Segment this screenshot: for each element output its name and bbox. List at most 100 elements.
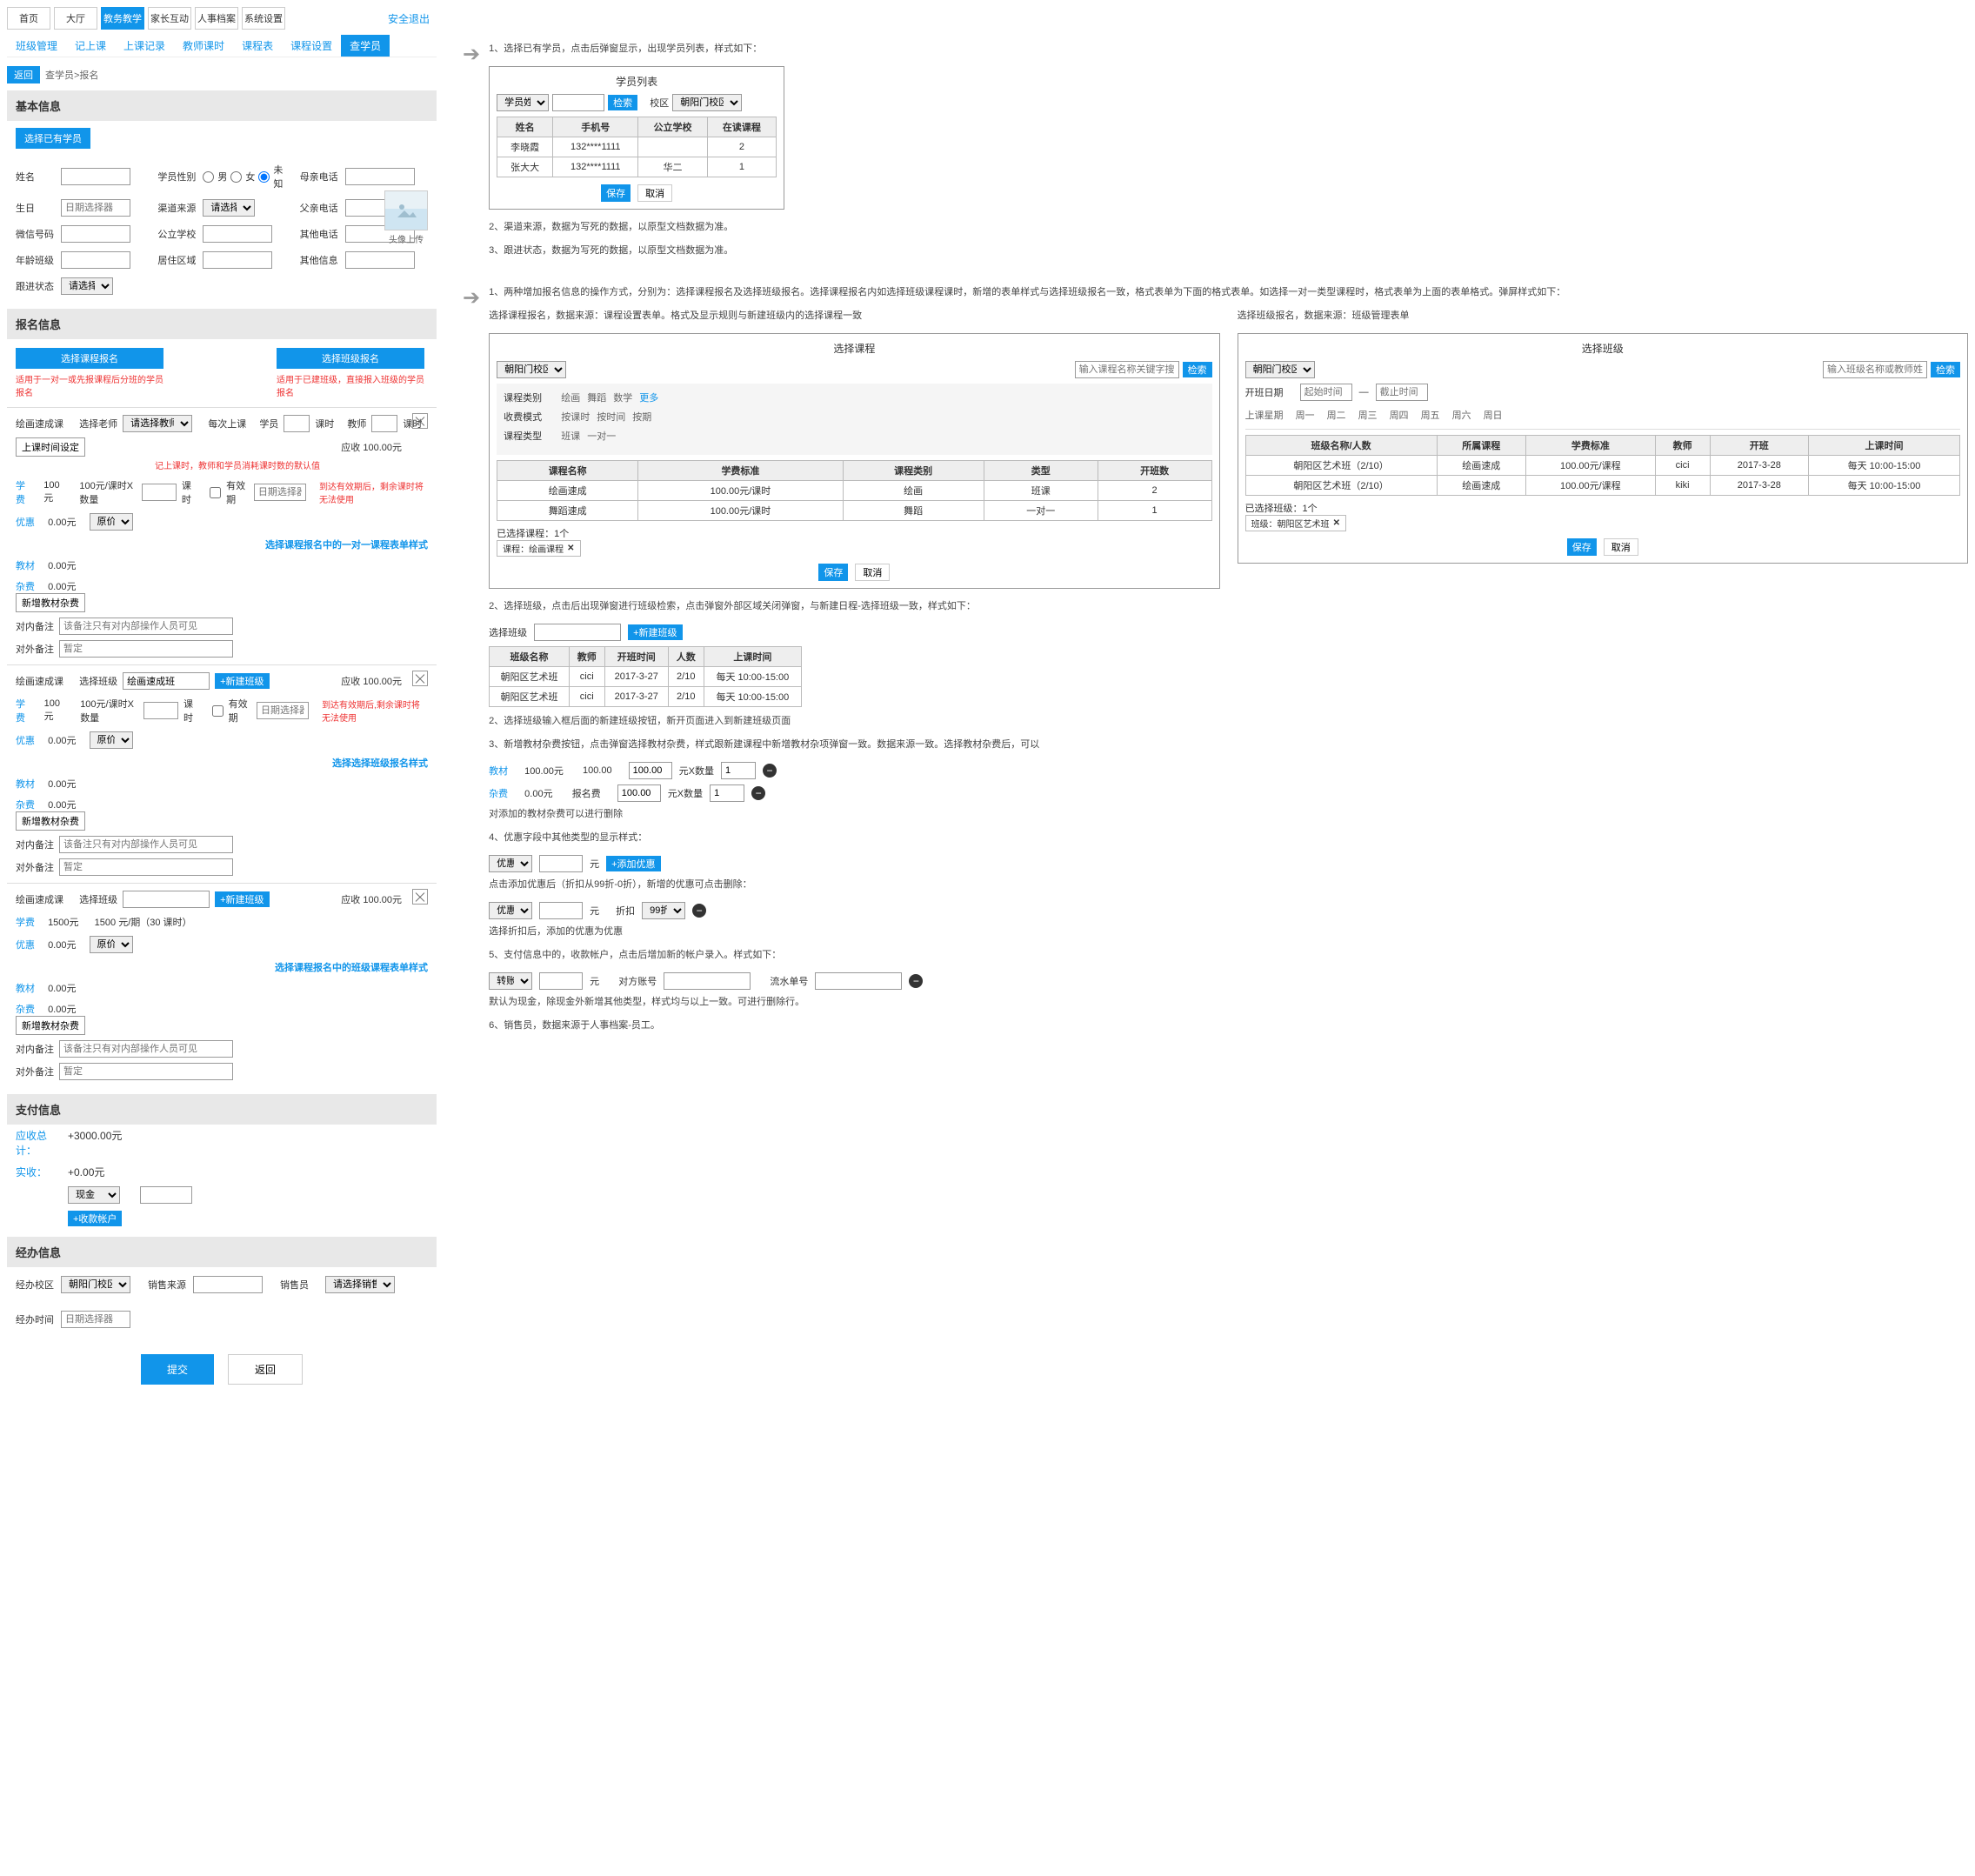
logout-link[interactable]: 安全退出 [388,11,437,26]
r5-serial[interactable] [815,972,902,990]
table-row[interactable]: 朝阳区艺术班cici2017-3-272/10每天 10:00-15:00 [490,686,802,706]
r4-discount-type[interactable]: 优惠 [489,855,532,872]
discount-select-2[interactable]: 原价 [90,731,133,749]
pop-name-input[interactable] [552,94,604,111]
nav-hr[interactable]: 人事档案 [195,7,238,30]
sub-schedule[interactable]: 课程表 [233,35,282,57]
sales-source-input[interactable] [193,1276,263,1293]
add-material-2[interactable]: 新增教材杂费 [16,811,85,831]
gender-female[interactable] [230,171,242,183]
avatar-upload[interactable] [384,190,428,230]
table-row[interactable]: 张大大132****1111华二1 [497,157,777,177]
remove-icon[interactable]: − [763,764,777,778]
r3-fee-price-input[interactable] [617,784,661,802]
table-row[interactable]: 朝阳区艺术班（2/10）绘画速成100.00元/课程kiki2017-3-28每… [1245,475,1959,495]
teacher-select-1[interactable]: 请选择教师 [123,415,192,432]
new-class-btn-3[interactable]: +新建班级 [215,891,269,907]
r4-discount-type2[interactable]: 优惠 [489,902,532,919]
class-input-2[interactable] [123,672,210,690]
pay-amount-input[interactable] [140,1186,192,1204]
nav-hall[interactable]: 大厅 [54,7,97,30]
nav-home[interactable]: 首页 [7,7,50,30]
course-save[interactable]: 保存 [818,564,848,581]
class-input-3[interactable] [123,891,210,908]
r4-discount-val[interactable]: 99折 [642,902,685,919]
r3-class-input[interactable] [534,624,621,641]
class-search-btn[interactable]: 检索 [1931,362,1960,377]
r3-new-class[interactable]: +新建班级 [628,624,682,640]
valid-checkbox-2[interactable] [212,705,224,717]
return-button[interactable]: 返回 [228,1354,303,1385]
table-row[interactable]: 舞蹈速成100.00元/课时舞蹈一对一1 [497,500,1211,520]
school-input[interactable] [203,225,272,243]
course-cancel[interactable]: 取消 [855,564,890,581]
nav-parent[interactable]: 家长互动 [148,7,191,30]
valid-checkbox-1[interactable] [210,487,221,498]
class-campus-select[interactable]: 朝阳门校区 [1245,361,1315,378]
handle-campus-select[interactable]: 朝阳门校区 [61,1276,130,1293]
course-campus-select[interactable]: 朝阳门校区 [497,361,566,378]
class-save[interactable]: 保存 [1567,538,1597,556]
end-date-input[interactable] [1376,384,1428,401]
schedule-time-button[interactable]: 上课时间设定 [16,437,85,457]
remove-icon[interactable]: − [751,786,765,800]
note-in-3[interactable] [59,1040,233,1058]
remove-icon[interactable]: − [692,904,706,918]
class-search-input[interactable] [1823,361,1927,378]
r4-amount2[interactable] [539,902,583,919]
other-info-input[interactable] [345,251,415,269]
note-out-3[interactable] [59,1063,233,1080]
grade-input[interactable] [61,251,130,269]
note-out-2[interactable] [59,858,233,876]
discount-select-3[interactable]: 原价 [90,936,133,953]
qty-input-2[interactable] [143,702,178,719]
birthday-input[interactable] [61,199,130,217]
student-hours-input[interactable] [284,415,310,432]
wechat-input[interactable] [61,225,130,243]
submit-button[interactable]: 提交 [141,1354,214,1385]
sub-record-class[interactable]: 记上课 [66,35,115,57]
r5-account[interactable] [664,972,751,990]
table-row[interactable]: 李晓霞132****11112 [497,137,777,157]
sub-course-settings[interactable]: 课程设置 [282,35,341,57]
new-class-btn-2[interactable]: +新建班级 [215,673,269,689]
class-cancel[interactable]: 取消 [1604,538,1638,556]
gender-male[interactable] [203,171,214,183]
handle-time-input[interactable] [61,1311,130,1328]
select-class-enroll-button[interactable]: 选择班级报名 [277,348,424,369]
pop-campus-select[interactable]: 朝阳门校区 [672,94,742,111]
remove-icon[interactable]: − [909,974,923,988]
gender-unknown[interactable] [258,171,270,183]
course-search-input[interactable] [1075,361,1179,378]
area-input[interactable] [203,251,272,269]
r3-fee-qty-input[interactable] [710,784,744,802]
r5-method[interactable]: 转账 [489,972,532,990]
sub-class-log[interactable]: 上课记录 [115,35,174,57]
pop-name-select[interactable]: 学员姓名 [497,94,549,111]
nav-teaching[interactable]: 教务教学 [101,7,144,30]
discount-select-1[interactable]: 原价 [90,513,133,531]
r3-price-input[interactable] [629,762,672,779]
add-discount-btn[interactable]: +添加优惠 [606,856,660,871]
add-material-1[interactable]: 新增教材杂费 [16,593,85,612]
r3-qty-input[interactable] [721,762,756,779]
add-material-3[interactable]: 新增教材杂费 [16,1016,85,1035]
channel-select[interactable]: 请选择 [203,199,255,217]
r5-amount[interactable] [539,972,583,990]
pay-method-select[interactable]: 现金 [68,1186,120,1204]
chip-remove[interactable]: ✕ [1333,518,1340,528]
remove-block-1[interactable] [412,413,428,429]
pop-cancel[interactable]: 取消 [637,184,672,202]
sub-class-mgmt[interactable]: 班级管理 [7,35,66,57]
remove-block-2[interactable] [412,671,428,686]
note-in-1[interactable] [59,618,233,635]
name-input[interactable] [61,168,130,185]
table-row[interactable]: 绘画速成100.00元/课时绘画班课2 [497,480,1211,500]
select-course-enroll-button[interactable]: 选择课程报名 [16,348,163,369]
follow-select[interactable]: 请选择 [61,277,113,295]
add-account-button[interactable]: +收款帐户 [68,1211,122,1226]
start-date-input[interactable] [1300,384,1352,401]
expire-date-1[interactable] [254,484,306,501]
remove-block-3[interactable] [412,889,428,905]
course-search-btn[interactable]: 检索 [1183,362,1212,377]
